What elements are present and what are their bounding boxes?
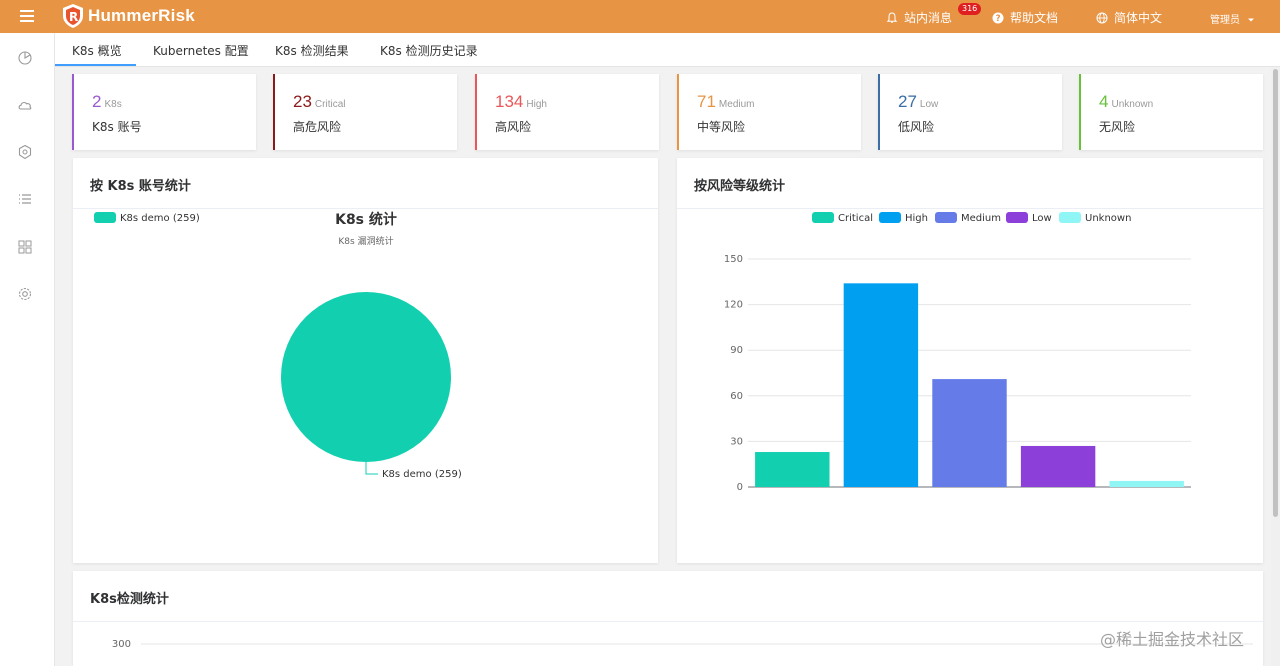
settings-icon[interactable] (17, 286, 33, 302)
stat-value: 23 (293, 92, 312, 111)
pie-slice-label: K8s demo (259) (382, 469, 462, 480)
logo-icon: R (63, 4, 83, 28)
chevron-down-icon (1248, 18, 1255, 22)
stat-caption: 中等风险 (697, 120, 746, 134)
menu-toggle-icon[interactable] (20, 10, 34, 22)
help-icon: ? (992, 12, 1004, 24)
user-menu[interactable]: 管理员 (1210, 11, 1255, 26)
stat-value: 2 (92, 92, 102, 111)
stat-card-k8s-accounts[interactable]: 2 K8s K8s 账号 (72, 74, 256, 150)
svg-text:?: ? (996, 14, 1001, 24)
panel-title: K8s检测统计 (90, 592, 169, 607)
chart-subtitle: K8s 漏洞统计 (338, 235, 393, 247)
tab-bar: K8s 概览 Kubernetes 配置 K8s 检测结果 K8s 检测历史记录 (55, 33, 1280, 67)
stat-caption: 无风险 (1099, 120, 1136, 134)
line-chart: 300 (112, 639, 1253, 650)
tab-k8s-results[interactable]: K8s 检测结果 (275, 42, 349, 59)
panel-detection: K8s检测统计 300 (73, 571, 1263, 666)
bar-unknown (1109, 480, 1184, 487)
y-tick-label: 30 (730, 436, 743, 447)
stat-value: 27 (898, 92, 917, 111)
y-tick-label: 90 (730, 345, 743, 356)
chart-title: K8s 统计 (335, 211, 397, 228)
panel-title: 按风险等级统计 (694, 179, 786, 194)
pie-chart: K8s demo (259) K8s 统计 K8s 漏洞统计 K8s demo (25… (94, 211, 462, 480)
stat-caption: 高危风险 (293, 120, 342, 134)
stat-level: Low (919, 99, 939, 110)
stat-value: 134 (495, 92, 524, 111)
y-tick-label: 300 (112, 639, 131, 650)
stat-level: Unknown (1111, 99, 1154, 110)
tab-kubernetes-config[interactable]: Kubernetes 配置 (153, 42, 249, 59)
language-label: 简体中文 (1114, 11, 1163, 25)
stat-level: Critical (314, 99, 346, 110)
stat-caption: 高风险 (495, 120, 532, 134)
stat-value: 4 (1099, 92, 1109, 111)
bar-critical (755, 452, 830, 487)
svg-text:R: R (69, 10, 78, 24)
legend-label: High (905, 213, 928, 224)
notifications-label: 站内消息 (904, 11, 953, 25)
legend-swatch (1059, 212, 1081, 223)
stat-level: Medium (718, 99, 755, 110)
scrollbar-thumb[interactable] (1273, 69, 1278, 517)
stat-card-medium[interactable]: 71 Medium 中等风险 (677, 74, 861, 150)
list-icon[interactable] (17, 191, 33, 207)
bar-chart: Critical High Medium Low Unknown 0 30 60 90 120 15… (724, 212, 1191, 493)
legend-label: Low (1032, 213, 1052, 224)
bar-low (1020, 445, 1096, 487)
user-label: 管理员 (1210, 15, 1240, 26)
globe-icon (1096, 12, 1108, 23)
legend-label: Critical (838, 213, 873, 224)
bar-high (843, 283, 919, 487)
y-tick-label: 120 (724, 300, 743, 311)
help-link[interactable]: ? 帮助文档 (992, 9, 1058, 26)
k8s-icon[interactable] (17, 144, 33, 160)
legend-swatch (879, 212, 901, 223)
stat-value: 71 (697, 92, 716, 111)
tab-active-indicator (55, 64, 136, 66)
sidebar (0, 33, 55, 666)
legend-swatch (812, 212, 834, 223)
notifications-link[interactable]: 站内消息 (886, 9, 952, 26)
top-bar: R HummerRisk 站内消息 316 ? 帮助文档 简体中文 管理员 (0, 0, 1280, 33)
notifications-badge: 316 (958, 3, 982, 15)
y-tick-label: 0 (737, 482, 743, 493)
y-tick-label: 150 (724, 254, 743, 265)
stat-card-high[interactable]: 134 High 高风险 (475, 74, 659, 150)
legend-label: Medium (961, 213, 1001, 224)
stat-caption: K8s 账号 (92, 120, 142, 134)
help-label: 帮助文档 (1010, 11, 1059, 25)
brand-name: HummerRisk (88, 6, 195, 25)
legend-swatch (94, 212, 116, 223)
tab-k8s-history[interactable]: K8s 检测历史记录 (380, 42, 478, 59)
legend-swatch (1006, 212, 1028, 223)
pie-slice (281, 292, 451, 462)
scrollbar[interactable] (1271, 67, 1280, 666)
panel-by-account: 按 K8s 账号统计 K8s demo (259) K8s 统计 K8s 漏洞统计 K… (73, 158, 658, 563)
stat-caption: 低风险 (898, 120, 935, 134)
language-switch[interactable]: 简体中文 (1096, 9, 1162, 26)
panel-title: 按 K8s 账号统计 (90, 179, 191, 194)
dashboard-icon[interactable] (17, 50, 33, 66)
legend-label: K8s demo (259) (120, 213, 200, 224)
stat-level: K8s (104, 99, 122, 110)
y-tick-label: 60 (730, 391, 743, 402)
panel-by-risk: 按风险等级统计 Critical High Medium Low Unknown 0 30 6… (677, 158, 1263, 563)
watermark: @稀土掘金技术社区 (1100, 630, 1245, 649)
pie-label-line (365, 462, 378, 475)
legend-swatch (935, 212, 957, 223)
tab-k8s-overview[interactable]: K8s 概览 (72, 42, 122, 59)
bar-medium (932, 379, 1007, 487)
legend-label: Unknown (1085, 213, 1131, 224)
stat-card-low[interactable]: 27 Low 低风险 (878, 74, 1062, 150)
stat-card-critical[interactable]: 23 Critical 高危风险 (273, 74, 457, 150)
grid-icon[interactable] (17, 239, 33, 255)
stat-level: High (526, 99, 547, 110)
cloud-icon[interactable] (17, 97, 33, 113)
stat-card-unknown[interactable]: 4 Unknown 无风险 (1079, 74, 1263, 150)
bell-icon (886, 11, 898, 23)
